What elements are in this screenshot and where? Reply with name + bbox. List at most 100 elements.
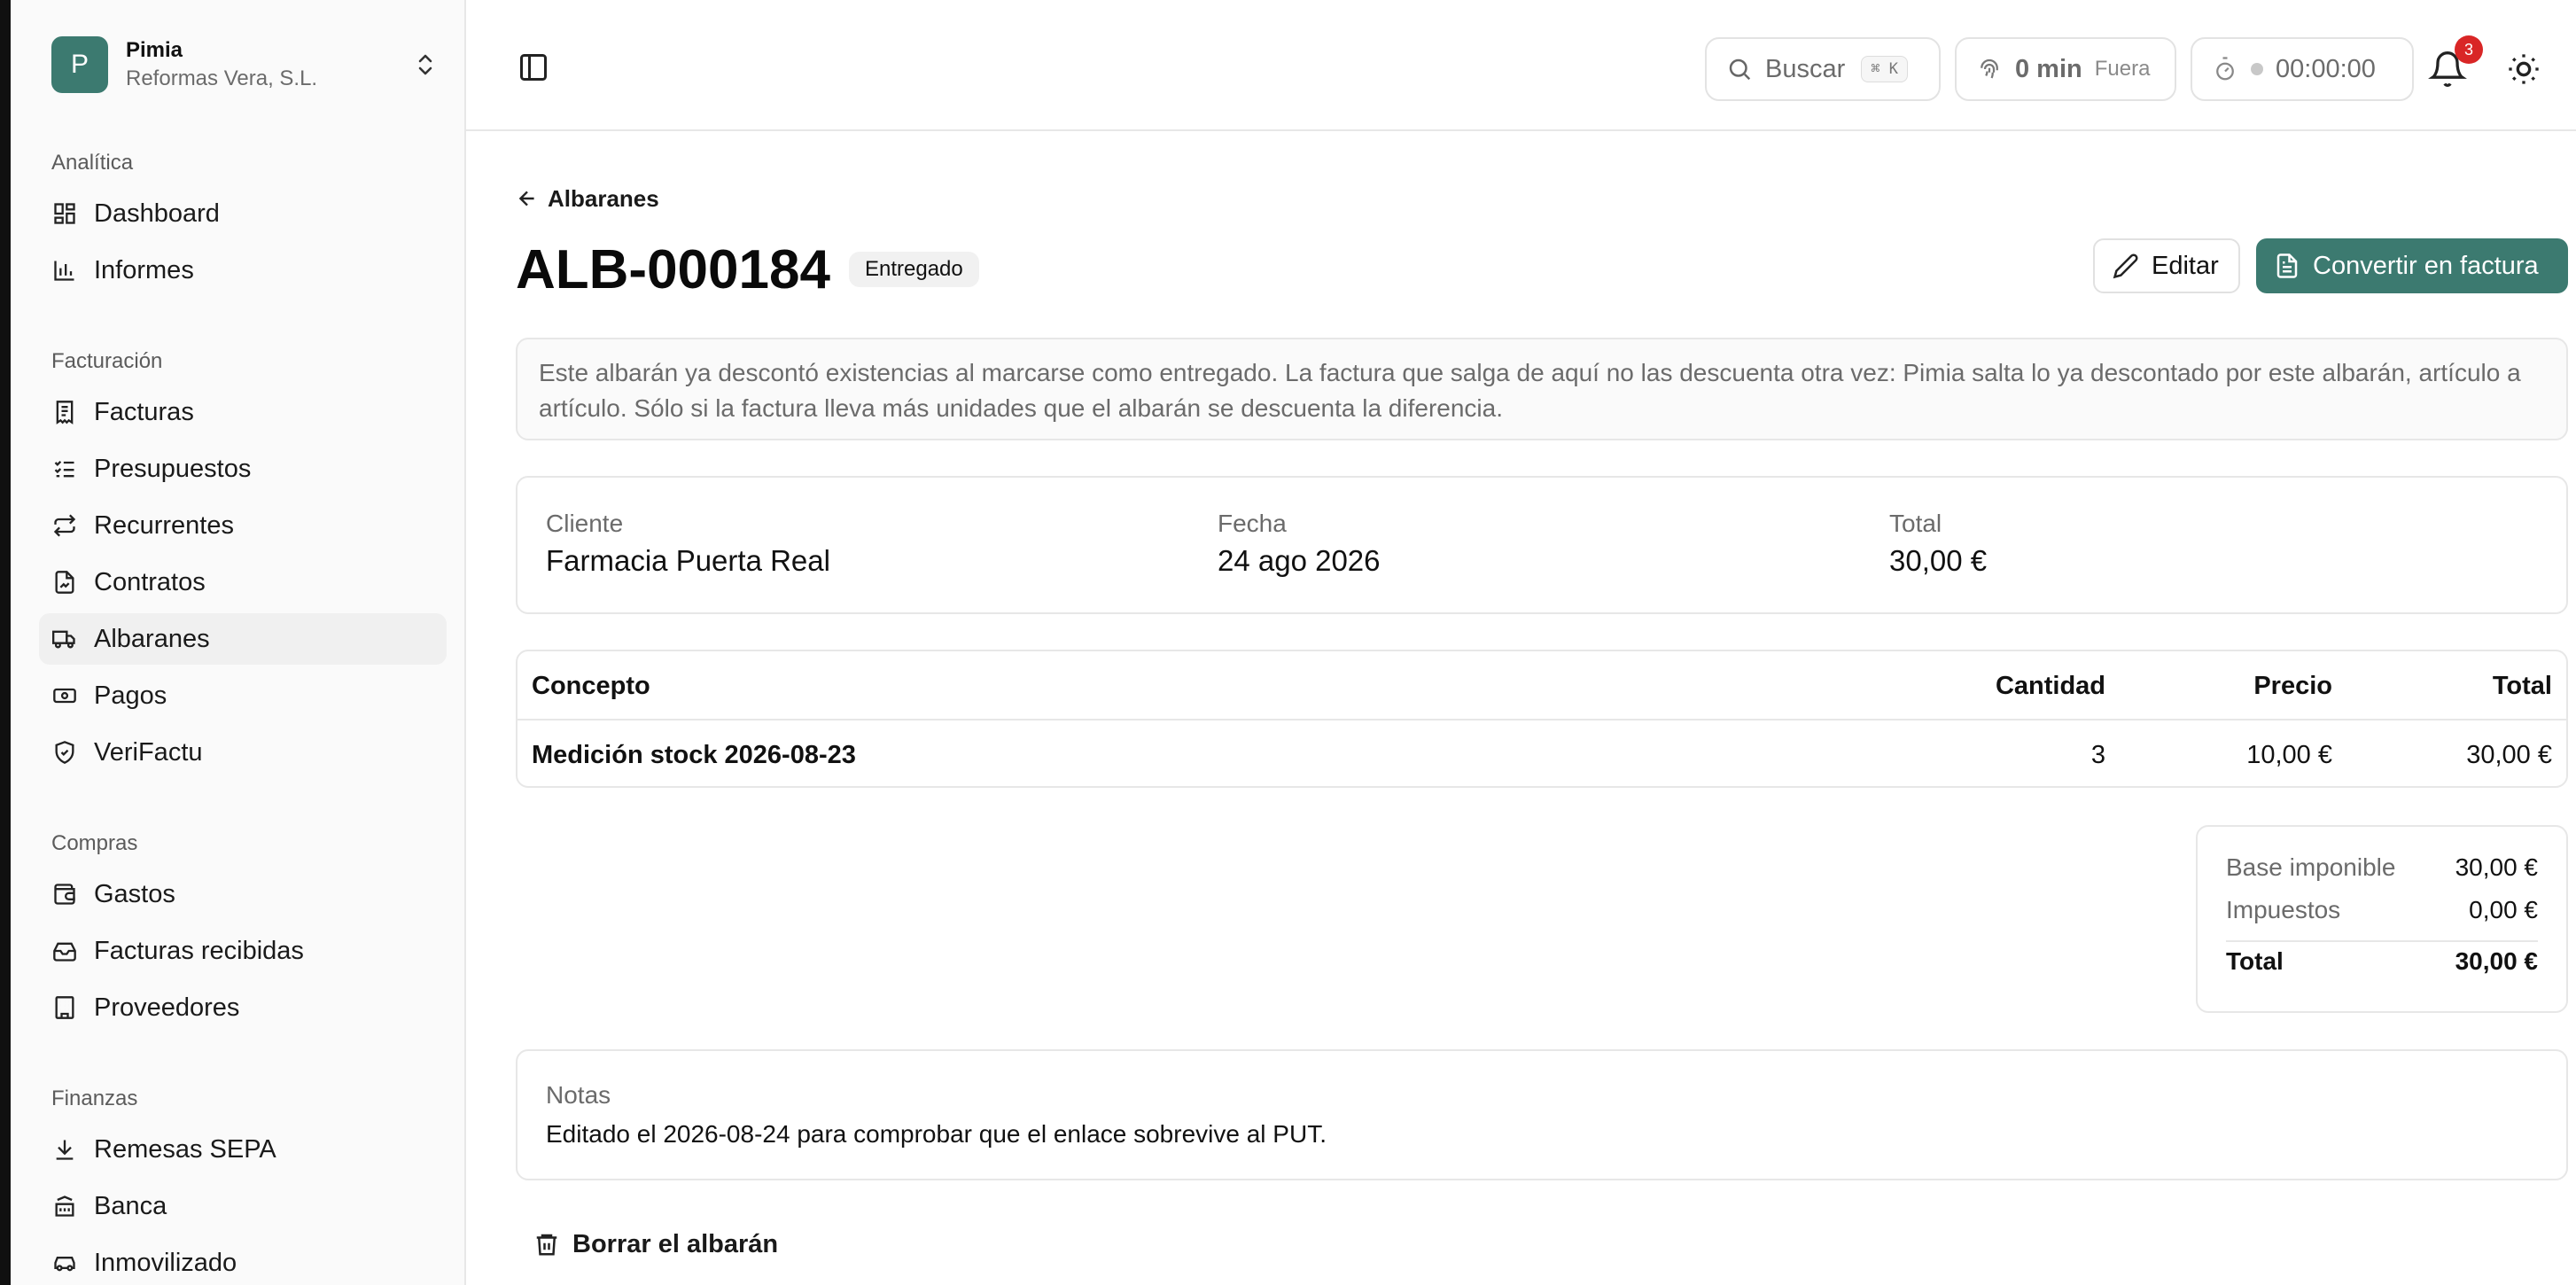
sidebar-item-label: Remesas SEPA xyxy=(94,1134,276,1164)
inbox-icon xyxy=(51,938,78,964)
sidebar-item-verifactu[interactable]: VeriFactu xyxy=(39,727,447,778)
repeat-icon xyxy=(51,512,78,539)
totals-divider xyxy=(2226,940,2538,942)
stock-info-callout: Este albarán ya descontó existencias al … xyxy=(516,338,2568,440)
sidebar: P Pimia Reformas Vera, S.L. Analítica Da… xyxy=(11,0,466,1285)
nav-section-facturacion: Facturación Facturas Presupuestos Recurr… xyxy=(39,344,447,783)
sidebar-item-facturas[interactable]: Facturas xyxy=(39,386,447,438)
page-title: ALB-000184 xyxy=(516,239,830,300)
sidebar-item-label: Albaranes xyxy=(94,624,210,653)
bar-chart-icon xyxy=(51,257,78,284)
sidebar-item-label: Gastos xyxy=(94,879,175,908)
trash-icon xyxy=(536,1234,557,1256)
column-header-concept: Concepto xyxy=(532,672,650,700)
fingerprint-icon xyxy=(1976,56,2003,82)
receipt-icon xyxy=(51,399,78,425)
notes-text: Editado el 2026-08-24 para comprobar que… xyxy=(546,1120,1327,1148)
org-switcher[interactable]: P Pimia Reformas Vera, S.L. xyxy=(51,34,438,96)
sidebar-item-label: Dashboard xyxy=(94,199,220,228)
timer-button[interactable]: 00:00:00 xyxy=(2191,37,2414,101)
summary-label: Fecha xyxy=(1218,510,1287,537)
file-signature-icon xyxy=(51,569,78,596)
nav-heading: Facturación xyxy=(51,349,163,373)
banknote-icon xyxy=(51,682,78,709)
notes-label: Notas xyxy=(546,1081,611,1109)
totals-tax-row: Impuestos 0,00 € xyxy=(2226,896,2538,924)
column-header-price: Precio xyxy=(2253,672,2332,700)
edit-button[interactable]: Editar xyxy=(2093,238,2240,293)
clock-state: Fuera xyxy=(2094,57,2151,81)
org-avatar: P xyxy=(51,36,108,93)
sidebar-item-label: Proveedores xyxy=(94,993,240,1022)
summary-card: Cliente Farmacia Puerta Real Fecha 24 ag… xyxy=(516,476,2568,614)
sidebar-item-gastos[interactable]: Gastos xyxy=(39,868,447,920)
sidebar-item-label: Recurrentes xyxy=(94,510,234,540)
sidebar-item-informes[interactable]: Informes xyxy=(39,245,447,296)
sun-icon[interactable] xyxy=(2506,51,2541,87)
sidebar-item-dashboard[interactable]: Dashboard xyxy=(39,188,447,239)
client-name: Farmacia Puerta Real xyxy=(546,544,830,577)
nav-heading: Analítica xyxy=(51,151,134,175)
chevrons-up-down-icon xyxy=(413,49,438,81)
base-label: Base imponible xyxy=(2226,853,2396,881)
sidebar-toggle-icon[interactable] xyxy=(518,51,549,83)
org-company: Reformas Vera, S.L. xyxy=(126,66,318,90)
sidebar-item-facturas-recibidas[interactable]: Facturas recibidas xyxy=(39,925,447,977)
line-concept: Medición stock 2026-08-23 xyxy=(532,741,856,769)
nav-heading: Compras xyxy=(51,831,138,855)
search-icon xyxy=(1726,56,1753,82)
column-header-quantity: Cantidad xyxy=(1995,672,2105,700)
list-check-icon xyxy=(51,456,78,482)
convert-to-invoice-button[interactable]: Convertir en factura xyxy=(2256,238,2568,293)
line-total: 30,00 € xyxy=(2466,741,2552,769)
org-text: Pimia Reformas Vera, S.L. xyxy=(126,36,413,93)
nav-section-finanzas: Finanzas Remesas SEPA Banca Inmovilizado xyxy=(51,1081,447,1285)
pencil-icon xyxy=(2113,253,2138,279)
sidebar-item-proveedores[interactable]: Proveedores xyxy=(39,982,447,1033)
delete-delivery-note-button[interactable]: Borrar el albarán xyxy=(533,1225,778,1264)
summary-label: Cliente xyxy=(546,510,624,537)
sidebar-item-remesas-sepa[interactable]: Remesas SEPA xyxy=(39,1124,447,1175)
summary-label: Total xyxy=(1889,510,1942,537)
stopwatch-icon xyxy=(2212,56,2238,82)
timer-status-dot xyxy=(2251,63,2263,75)
table-header: Concepto Cantidad Precio Total xyxy=(518,651,2566,720)
tax-value: 0,00 € xyxy=(2469,896,2538,923)
sidebar-item-label: Banca xyxy=(94,1191,167,1220)
totals-card: Base imponible 30,00 € Impuestos 0,00 € … xyxy=(2196,825,2568,1013)
sidebar-item-banca[interactable]: Banca xyxy=(39,1180,447,1232)
document-date: 24 ago 2026 xyxy=(1218,544,1381,577)
total-label: Total xyxy=(2226,947,2284,975)
tax-label: Impuestos xyxy=(2226,896,2341,923)
base-value: 30,00 € xyxy=(2455,853,2538,881)
summary-date: Fecha 24 ago 2026 xyxy=(1218,508,1381,582)
main-content: Buscar ⌘ K 0 min Fuera 00:00:00 3 Albara… xyxy=(466,0,2576,1285)
line-price: 10,00 € xyxy=(2246,741,2332,769)
sidebar-item-contratos[interactable]: Contratos xyxy=(39,557,447,608)
shield-check-icon xyxy=(51,739,78,766)
totals-base-row: Base imponible 30,00 € xyxy=(2226,853,2538,882)
delete-button-label: Borrar el albarán xyxy=(572,1229,779,1258)
back-link[interactable]: Albaranes xyxy=(516,183,659,214)
app-window: P Pimia Reformas Vera, S.L. Analítica Da… xyxy=(11,0,2576,1285)
sidebar-item-presupuestos[interactable]: Presupuestos xyxy=(39,443,447,495)
sidebar-item-label: Pagos xyxy=(94,681,167,710)
notes-card: Notas Editado el 2026-08-24 para comprob… xyxy=(516,1049,2568,1180)
building-icon xyxy=(51,994,78,1021)
download-icon xyxy=(51,1136,78,1163)
search-button[interactable]: Buscar ⌘ K xyxy=(1705,37,1941,101)
nav-section-compras: Compras Gastos Facturas recibidas Provee… xyxy=(51,826,447,1039)
sidebar-item-pagos[interactable]: Pagos xyxy=(39,670,447,721)
search-label: Buscar xyxy=(1765,54,1846,83)
sidebar-item-label: Facturas recibidas xyxy=(94,936,304,965)
sidebar-item-albaranes[interactable]: Albaranes xyxy=(39,613,447,665)
sidebar-item-label: Inmovilizado xyxy=(94,1248,237,1277)
back-link-label: Albaranes xyxy=(548,184,659,212)
file-text-icon xyxy=(2276,253,2298,278)
clock-in-button[interactable]: 0 min Fuera xyxy=(1955,37,2176,101)
sidebar-item-inmovilizado[interactable]: Inmovilizado xyxy=(39,1237,447,1285)
sidebar-item-recurrentes[interactable]: Recurrentes xyxy=(39,500,447,551)
line-items-table: Concepto Cantidad Precio Total Medición … xyxy=(516,650,2568,788)
nav-section-analitica: Analítica Dashboard Informes xyxy=(51,145,447,301)
sidebar-item-label: Informes xyxy=(94,255,194,284)
